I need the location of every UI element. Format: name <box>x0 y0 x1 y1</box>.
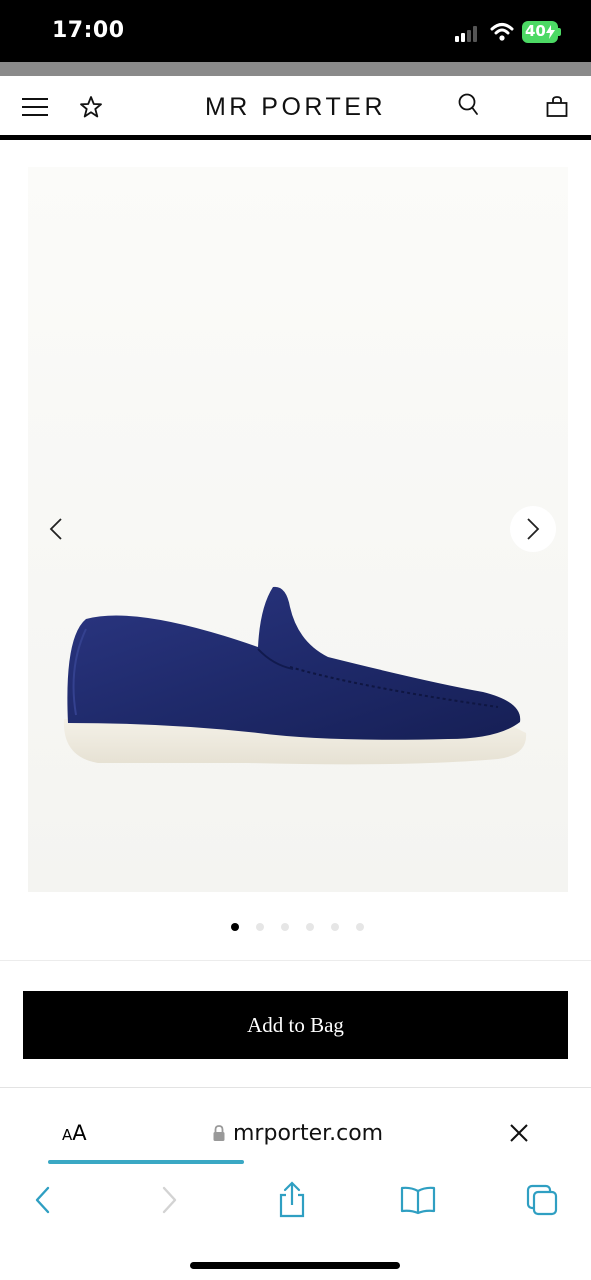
gallery-dot[interactable] <box>280 923 289 931</box>
site-logo[interactable]: MR PORTER <box>0 93 591 122</box>
gallery-dot[interactable] <box>230 923 239 931</box>
home-indicator <box>190 1262 400 1269</box>
gallery-prev-button[interactable] <box>33 506 79 552</box>
share-button[interactable] <box>272 1178 312 1222</box>
lock-icon <box>213 1125 225 1141</box>
add-to-bag-button[interactable]: Add to Bag <box>23 991 568 1059</box>
status-bar: 17:00 40 <box>0 0 591 62</box>
product-gallery[interactable] <box>0 145 591 961</box>
reader-text-size-button[interactable]: AA <box>62 1121 87 1145</box>
forward-button[interactable] <box>150 1178 190 1222</box>
battery-nub <box>558 28 561 36</box>
browser-top-strip <box>0 62 591 76</box>
chevron-right-icon <box>527 518 540 540</box>
aa-large-label: A <box>72 1121 87 1145</box>
gallery-dot[interactable] <box>255 923 264 931</box>
shopping-bag-icon <box>546 96 568 117</box>
search-button[interactable] <box>452 88 486 122</box>
gallery-dot[interactable] <box>355 923 364 931</box>
divider <box>0 960 591 961</box>
share-icon <box>279 1181 305 1218</box>
back-icon <box>35 1186 50 1214</box>
gallery-next-button[interactable] <box>510 506 556 552</box>
search-icon <box>458 93 478 115</box>
page-load-progress <box>48 1160 244 1164</box>
back-button[interactable] <box>22 1178 62 1222</box>
cellular-signal-icon <box>455 26 477 42</box>
close-icon <box>510 1124 528 1142</box>
bolt-icon <box>546 25 555 39</box>
chevron-left-icon <box>49 518 62 540</box>
aa-small-label: A <box>62 1126 73 1144</box>
shopping-bag-button[interactable] <box>540 90 574 124</box>
status-time: 17:00 <box>52 18 125 43</box>
gallery-pagination[interactable] <box>0 923 591 931</box>
product-image[interactable] <box>28 167 568 892</box>
forward-icon <box>162 1186 177 1214</box>
stop-loading-button[interactable] <box>506 1120 532 1146</box>
battery-charging-icon: 40 <box>522 21 561 43</box>
gallery-dot[interactable] <box>305 923 314 931</box>
battery-level: 40 <box>525 22 546 40</box>
address-bar[interactable]: mrporter.com <box>212 1118 383 1148</box>
url-text: mrporter.com <box>233 1120 384 1146</box>
bookmarks-button[interactable] <box>398 1178 438 1222</box>
navy-loafer-image <box>63 586 527 765</box>
bookmarks-icon <box>400 1186 436 1215</box>
tabs-button[interactable] <box>522 1178 562 1222</box>
tabs-icon <box>526 1184 558 1216</box>
gallery-dot[interactable] <box>330 923 339 931</box>
wifi-icon <box>490 23 514 41</box>
site-header: MR PORTER <box>0 76 591 140</box>
browser-toolbar: AA mrporter.com <box>0 1088 591 1280</box>
